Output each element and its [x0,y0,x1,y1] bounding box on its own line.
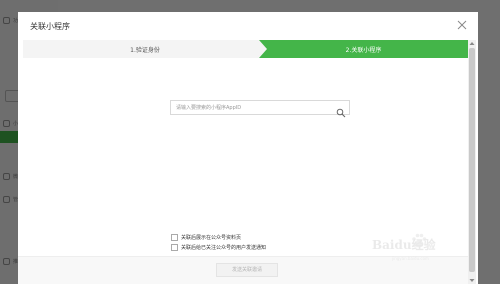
dialog-header: 关联小程序 [18,12,478,40]
step-label: 1.验证身份 [130,47,160,54]
send-invitation-button[interactable]: 发送关联邀请 [216,263,278,277]
close-icon [457,20,467,30]
step-link-miniprogram: 2.关联小程序 [259,40,468,58]
baidu-jingyan-watermark: Baidu经验 jingyan.baidu.com [372,228,472,268]
appid-search-input[interactable] [171,101,331,114]
step-verify-identity: 1.验证身份 [23,40,267,58]
scroll-up-icon[interactable] [469,41,475,46]
checkbox[interactable] [171,234,178,241]
option-label: 关联后展示在公众号资料页 [181,235,242,241]
watermark-brand: Baidu经验 [372,238,436,252]
appid-search-box [170,100,350,118]
search-icon [336,108,346,118]
checkbox[interactable] [171,244,178,251]
step-label: 2.关联小程序 [345,47,382,54]
search-button[interactable] [336,103,346,118]
scroll-down-icon[interactable] [469,278,475,283]
close-button[interactable] [456,19,468,31]
dialog-title: 关联小程序 [30,22,70,31]
step-progress: 1.验证身份 2.关联小程序 [23,40,468,58]
watermark-url: jingyan.baidu.com [392,256,429,261]
option-label: 关联后给已关注公众号的用户发送通知 [181,245,267,251]
